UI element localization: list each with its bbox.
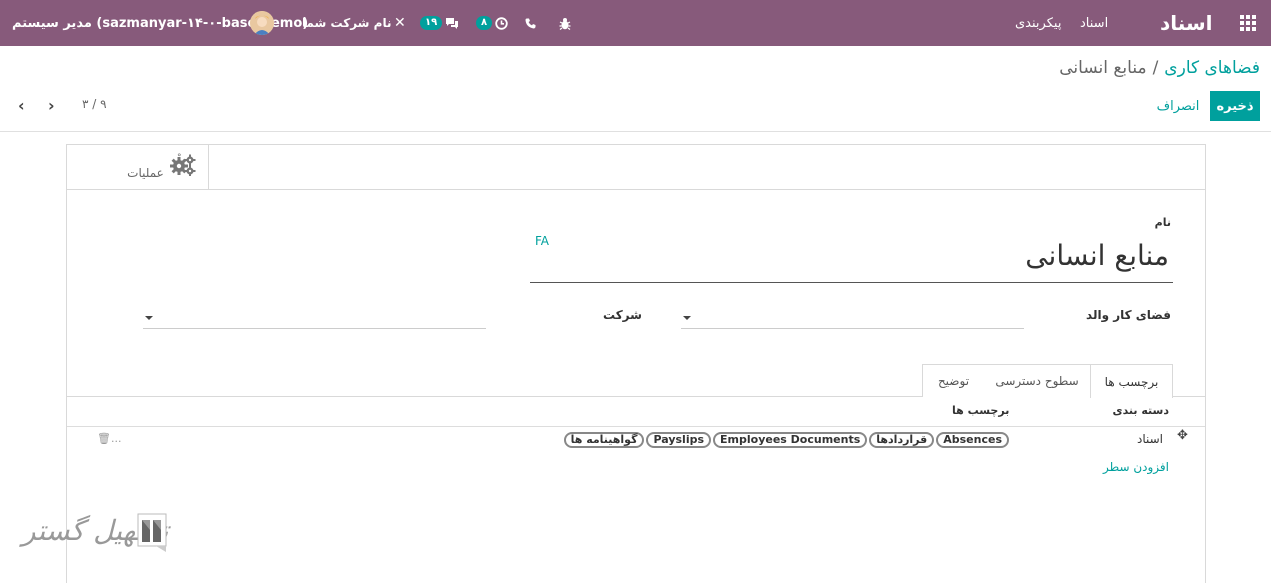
menu-configuration[interactable]: پیکربندی — [1015, 0, 1061, 46]
avatar[interactable] — [250, 11, 274, 35]
menu-documents[interactable]: اسناد — [1080, 0, 1108, 46]
name-label: نام — [1154, 216, 1171, 229]
top-navbar: اسناد اسناد پیکربندی مدیر سیستم (sazmany… — [0, 0, 1271, 46]
actions-label: عملیات — [127, 166, 164, 180]
translate-lang-button[interactable]: FA — [535, 234, 549, 248]
pager-next-icon[interactable]: › — [48, 96, 55, 115]
watermark-logo: تسهیل گستر — [22, 510, 172, 560]
chevron-down-icon — [683, 316, 691, 320]
tab-access-levels[interactable]: سطوح دسترسی — [983, 364, 1090, 397]
tag-pill[interactable]: Payslips — [646, 432, 712, 448]
trash-icon[interactable]: 🗑... — [97, 432, 121, 445]
actions-button[interactable]: عملیات ° — [115, 145, 209, 189]
row-category[interactable]: اسناد — [1137, 432, 1163, 446]
column-header-category: دسته بندی — [1112, 404, 1169, 417]
column-header-tags: برچسب ها — [952, 404, 1010, 417]
tab-description[interactable]: توضیح — [922, 364, 984, 397]
drag-handle-icon[interactable]: ✥ — [1177, 428, 1188, 443]
chevron-down-icon — [145, 316, 153, 320]
phone-icon[interactable] — [525, 0, 536, 46]
company-label: شرکت — [603, 308, 642, 322]
actions-degree: ° — [177, 153, 182, 163]
company-name[interactable]: نام شرکت شما — [302, 0, 391, 46]
watermark-icon — [137, 513, 167, 552]
row-tags[interactable]: Absences قراردادها Employees Documents P… — [563, 431, 1009, 449]
pager-value[interactable]: ۳ / ۹ — [82, 97, 107, 111]
form-sheet: عملیات ° نام منابع انسانی FA فضای کار وا… — [66, 144, 1206, 583]
gears-icon — [169, 154, 196, 181]
breadcrumb: فضاهای کاری/منابع انسانی — [1059, 58, 1260, 78]
control-panel-divider — [0, 131, 1271, 132]
chat-badge: ۱۹ — [420, 16, 443, 30]
chat-icon[interactable]: ۱۹ — [420, 0, 459, 46]
add-line-link[interactable]: افزودن سطر — [1103, 460, 1169, 474]
save-button[interactable]: ذخیره — [1210, 91, 1260, 121]
name-input[interactable]: منابع انسانی — [530, 235, 1173, 283]
table-header-divider — [67, 426, 1205, 427]
discard-button[interactable]: انصراف — [1152, 91, 1204, 121]
tag-pill[interactable]: قراردادها — [869, 432, 935, 448]
breadcrumb-current: منابع انسانی — [1059, 58, 1147, 78]
breadcrumb-parent[interactable]: فضاهای کاری — [1164, 58, 1260, 78]
parent-workspace-select[interactable] — [681, 310, 1024, 329]
tag-pill[interactable]: Absences — [936, 432, 1009, 448]
company-select[interactable] — [143, 310, 486, 329]
button-box: عملیات ° — [67, 145, 1205, 190]
breadcrumb-separator: / — [1152, 58, 1159, 78]
company-switch-icon[interactable]: ✕ — [394, 0, 406, 46]
activity-badge: ۸ — [476, 16, 493, 30]
tag-pill[interactable]: گواهینامه ها — [563, 432, 645, 448]
clock-icon[interactable]: ۸ — [476, 0, 508, 46]
tab-tags[interactable]: برچسب ها — [1090, 364, 1173, 398]
parent-workspace-label: فضای کار والد — [1086, 308, 1171, 322]
apps-grid-icon[interactable] — [1240, 0, 1260, 46]
app-brand[interactable]: اسناد — [1160, 0, 1212, 46]
pager-prev-icon[interactable]: ‹ — [18, 96, 25, 115]
tag-pill[interactable]: Employees Documents — [713, 432, 868, 448]
bug-icon[interactable] — [559, 0, 571, 46]
